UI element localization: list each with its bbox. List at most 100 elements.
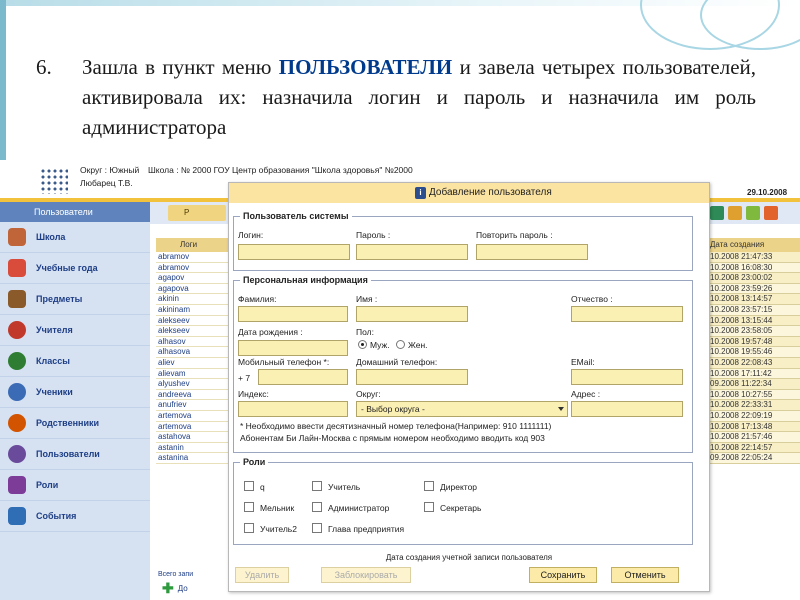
role-teacher-checkbox[interactable]	[312, 481, 322, 491]
sidebar-item-teachers[interactable]: Учителя	[0, 315, 150, 346]
surname-label: Фамилия:	[238, 294, 277, 304]
block-button[interactable]: Заблокировать	[321, 567, 411, 583]
refresh-icon[interactable]	[710, 206, 724, 220]
toolbar-tab[interactable]: Р	[168, 205, 226, 221]
cancel-button[interactable]: Отменить	[611, 567, 679, 583]
login-header[interactable]: Логи	[156, 238, 228, 252]
name-label: Имя :	[356, 294, 378, 304]
table-row[interactable]: 09.2008 11:22:34	[706, 379, 800, 390]
role-melnik-checkbox[interactable]	[244, 502, 254, 512]
role-teacher2-checkbox[interactable]	[244, 523, 254, 533]
table-row[interactable]: astahova	[156, 432, 228, 443]
sidebar-item-roles[interactable]: Роли	[0, 470, 150, 501]
sidebar-item-events[interactable]: События	[0, 501, 150, 532]
table-row[interactable]: akinin	[156, 294, 228, 305]
table-row[interactable]: 10.2008 23:59:26	[706, 283, 800, 295]
table-row[interactable]: anufriev	[156, 400, 228, 411]
login-field[interactable]	[238, 244, 350, 260]
table-row[interactable]: abramov	[156, 263, 228, 274]
table-row[interactable]: andreeva	[156, 390, 228, 401]
pencil-icon[interactable]	[728, 206, 742, 220]
female-radio[interactable]	[396, 340, 405, 349]
sidebar-item-subjects[interactable]: Предметы	[0, 284, 150, 315]
table-row[interactable]: 10.2008 16:08:30	[706, 262, 800, 274]
role-q-checkbox[interactable]	[244, 481, 254, 491]
role-admin-checkbox[interactable]	[312, 502, 322, 512]
table-row[interactable]: 10.2008 22:08:43	[706, 357, 800, 369]
repeat-password-field[interactable]	[476, 244, 588, 260]
table-row[interactable]: alekseev	[156, 316, 228, 327]
role-admin-label: Администратор	[328, 503, 390, 513]
table-row[interactable]: alyushev	[156, 379, 228, 390]
table-row[interactable]: 09.2008 22:05:24	[706, 453, 800, 464]
date-header[interactable]: Дата создания	[706, 238, 800, 252]
okrug-select[interactable]: - Выбор округа -	[356, 401, 568, 417]
table-row[interactable]: 10.2008 23:00:02	[706, 273, 800, 284]
delete-button[interactable]: Удалить	[235, 567, 289, 583]
table-row[interactable]: astanina	[156, 453, 228, 464]
current-date: 29.10.2008	[747, 188, 788, 197]
table-row[interactable]: 10.2008 13:14:57	[706, 294, 800, 305]
birth-date-field[interactable]	[238, 340, 348, 356]
table-row[interactable]: 10.2008 21:57:46	[706, 432, 800, 443]
table-row[interactable]: 10.2008 22:09:19	[706, 410, 800, 422]
male-radio[interactable]	[358, 340, 367, 349]
login-column: Логи abramov abramov agapov agapova akinin ak…	[156, 238, 228, 464]
table-row[interactable]: 10.2008 22:33:31	[706, 400, 800, 411]
table-row[interactable]: artemova	[156, 411, 228, 422]
index-field[interactable]	[238, 401, 348, 417]
help-icon[interactable]	[746, 206, 760, 220]
table-row[interactable]: agapov	[156, 273, 228, 284]
table-row[interactable]: alhasov	[156, 337, 228, 348]
add-user-button[interactable]: ✚ До	[162, 580, 188, 597]
sidebar-item-school[interactable]: Школа	[0, 222, 150, 253]
surname-field[interactable]	[238, 306, 348, 322]
table-row[interactable]: alekseev	[156, 326, 228, 337]
email-field[interactable]	[571, 369, 683, 385]
table-row[interactable]: 10.2008 21:47:33	[706, 252, 800, 263]
system-user-legend: Пользователь системы	[243, 211, 349, 221]
add-user-dialog: i Добавление пользователя Пользователь с…	[228, 182, 710, 592]
table-row[interactable]: 10.2008 19:57:48	[706, 336, 800, 348]
male-label: Муж.	[370, 340, 390, 350]
logo-icon	[40, 168, 68, 194]
role-director-checkbox[interactable]	[424, 481, 434, 491]
sidebar-item-classes[interactable]: Классы	[0, 346, 150, 377]
next-arrow-icon[interactable]	[764, 206, 778, 220]
okrug-field-label: Округ:	[356, 389, 381, 399]
table-row[interactable]: 10.2008 22:14:57	[706, 442, 800, 454]
save-button[interactable]: Сохранить	[529, 567, 597, 583]
table-row[interactable]: artemova	[156, 422, 228, 433]
table-row[interactable]: 10.2008 23:57:15	[706, 304, 800, 316]
table-row[interactable]: 10.2008 10:27:55	[706, 389, 800, 401]
sidebar-item-students[interactable]: Ученики	[0, 377, 150, 408]
sidebar-item-years[interactable]: Учебные года	[0, 253, 150, 284]
table-row[interactable]: astanin	[156, 443, 228, 454]
table-row[interactable]: alievam	[156, 369, 228, 380]
table-row[interactable]: alhasova	[156, 347, 228, 358]
school-label: Школа : № 2000 ГОУ Центр образования "Шк…	[148, 165, 413, 175]
sidebar-item-relatives[interactable]: Родственники	[0, 408, 150, 439]
role-head-checkbox[interactable]	[312, 523, 322, 533]
name-field[interactable]	[356, 306, 468, 322]
mobile-phone-field[interactable]	[258, 369, 348, 385]
role-head-label: Глава предприятия	[328, 524, 405, 534]
table-row[interactable]: akininam	[156, 305, 228, 316]
sidebar-item-users[interactable]: Пользователи	[0, 439, 150, 470]
table-row[interactable]: 10.2008 19:55:46	[706, 347, 800, 358]
password-field[interactable]	[356, 244, 468, 260]
patronymic-field[interactable]	[571, 306, 683, 322]
table-row[interactable]: agapova	[156, 284, 228, 295]
role-secretary-checkbox[interactable]	[424, 502, 434, 512]
table-row[interactable]: 10.2008 23:58:05	[706, 326, 800, 337]
table-row[interactable]: aliev	[156, 358, 228, 369]
table-row[interactable]: 10.2008 17:11:42	[706, 368, 800, 380]
table-row[interactable]: abramov	[156, 252, 228, 263]
sidebar-item-label: Классы	[36, 356, 70, 366]
table-row[interactable]: 10.2008 17:13:48	[706, 421, 800, 433]
books-icon	[8, 290, 26, 308]
home-phone-field[interactable]	[356, 369, 468, 385]
table-row[interactable]: 10.2008 13:15:44	[706, 315, 800, 327]
address-field[interactable]	[571, 401, 683, 417]
student-icon	[8, 383, 26, 401]
